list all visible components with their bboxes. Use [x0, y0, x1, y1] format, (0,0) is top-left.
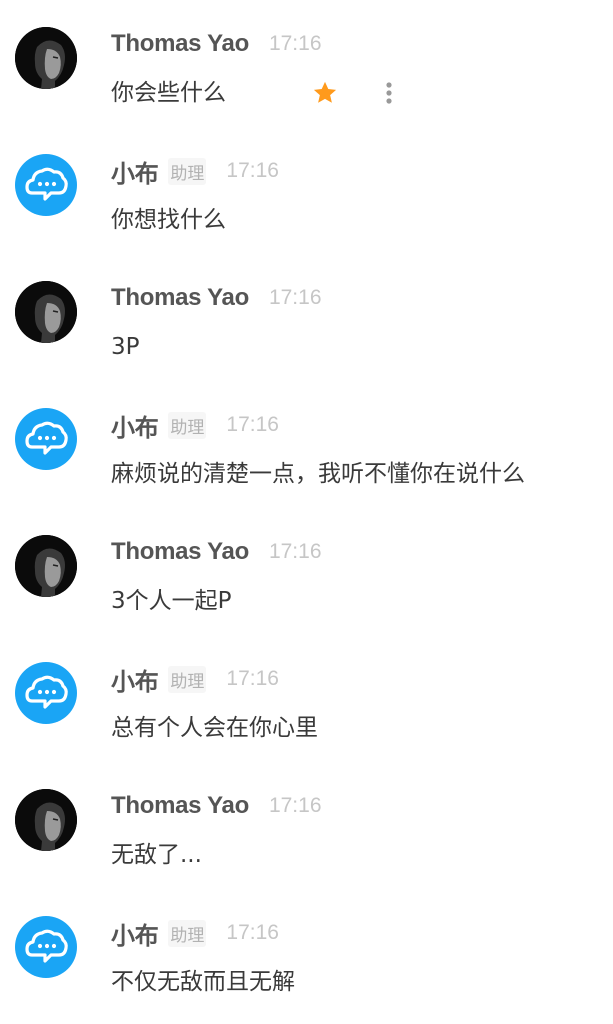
chat-message-list: Thomas Yao 17:16 你会些什么 小布 助理 17:16 你想找什么…	[0, 0, 613, 1024]
sender-name[interactable]: Thomas Yao	[111, 792, 249, 820]
assistant-badge: 助理	[168, 919, 207, 947]
message-item: 小布 助理 17:16 总有个人会在你心里	[0, 635, 613, 745]
sender-name[interactable]: 小布	[111, 154, 159, 189]
sender-name[interactable]: Thomas Yao	[111, 30, 249, 58]
message-header: 小布 助理 17:16	[111, 408, 279, 443]
message-time: 17:16	[226, 921, 279, 944]
message-text: 麻烦说的清楚一点，我听不懂你在说什么	[111, 461, 525, 487]
message-item: 小布 助理 17:16 你想找什么	[0, 127, 613, 237]
cloud-chat-icon	[25, 421, 68, 455]
user-avatar-icon	[15, 281, 77, 343]
message-item: Thomas Yao 17:16 3P	[0, 254, 613, 364]
star-icon[interactable]	[311, 79, 339, 107]
message-item: 小布 助理 17:16 不仅无敌而且无解	[0, 889, 613, 999]
message-header: 小布 助理 17:16	[111, 154, 279, 189]
message-item: Thomas Yao 17:16 无敌了...	[0, 762, 613, 872]
message-time: 17:16	[268, 32, 322, 55]
assistant-avatar[interactable]	[15, 662, 77, 724]
assistant-badge: 助理	[168, 157, 207, 185]
assistant-badge: 助理	[168, 665, 207, 693]
message-header: 小布 助理 17:16	[111, 662, 279, 697]
message-header: Thomas Yao 17:16	[111, 790, 322, 822]
cloud-chat-icon	[25, 929, 68, 963]
message-item: Thomas Yao 17:16 你会些什么	[0, 0, 613, 110]
user-avatar[interactable]	[15, 27, 77, 89]
message-text: 总有个人会在你心里	[111, 715, 318, 741]
message-text: 3个人一起P	[111, 588, 232, 614]
sender-name[interactable]: Thomas Yao	[111, 538, 249, 566]
assistant-avatar[interactable]	[15, 154, 77, 216]
sender-name[interactable]: Thomas Yao	[111, 284, 249, 312]
user-avatar-icon	[15, 27, 77, 89]
cloud-chat-icon	[25, 167, 68, 201]
user-avatar[interactable]	[15, 535, 77, 597]
message-time: 17:16	[268, 286, 322, 309]
sender-name[interactable]: 小布	[111, 662, 159, 697]
message-time: 17:16	[268, 794, 322, 817]
user-avatar-icon	[15, 789, 77, 851]
cloud-chat-icon	[25, 675, 68, 709]
message-time: 17:16	[226, 413, 279, 436]
message-time: 17:16	[268, 540, 322, 563]
message-text: 无敌了...	[111, 842, 202, 868]
message-header: 小布 助理 17:16	[111, 916, 279, 951]
message-text: 你想找什么	[111, 207, 226, 233]
message-text: 3P	[111, 334, 140, 360]
user-avatar[interactable]	[15, 281, 77, 343]
assistant-avatar[interactable]	[15, 408, 77, 470]
sender-name[interactable]: 小布	[111, 916, 159, 951]
message-header: Thomas Yao 17:16	[111, 28, 322, 60]
more-vertical-icon[interactable]	[380, 79, 398, 107]
message-text: 你会些什么	[111, 80, 226, 106]
message-text: 不仅无敌而且无解	[111, 969, 295, 995]
assistant-badge: 助理	[168, 411, 207, 439]
message-item: Thomas Yao 17:16 3个人一起P	[0, 508, 613, 618]
user-avatar-icon	[15, 535, 77, 597]
message-time: 17:16	[226, 159, 279, 182]
sender-name[interactable]: 小布	[111, 408, 159, 443]
assistant-avatar[interactable]	[15, 916, 77, 978]
message-item: 小布 助理 17:16 麻烦说的清楚一点，我听不懂你在说什么	[0, 381, 613, 491]
message-time: 17:16	[226, 667, 279, 690]
message-header: Thomas Yao 17:16	[111, 282, 322, 314]
message-header: Thomas Yao 17:16	[111, 536, 322, 568]
user-avatar[interactable]	[15, 789, 77, 851]
